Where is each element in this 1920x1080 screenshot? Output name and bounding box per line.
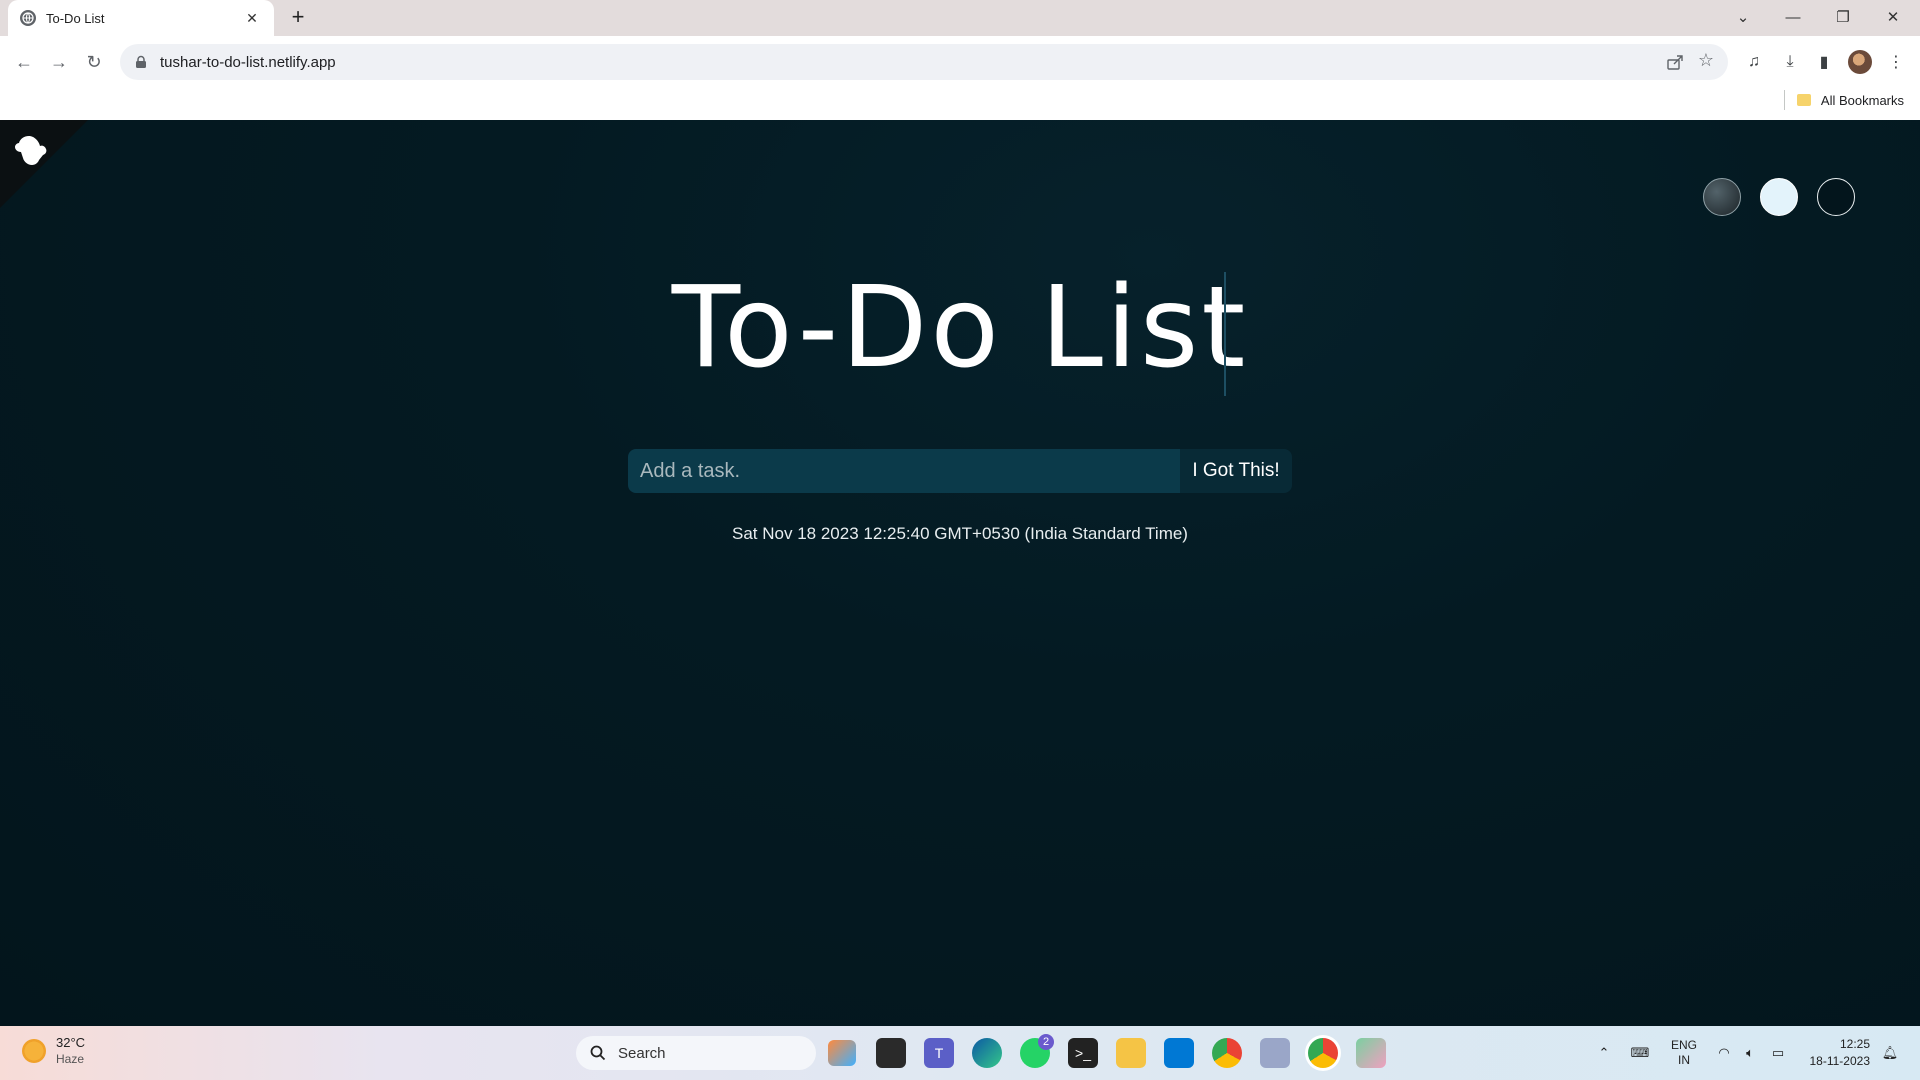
reload-icon[interactable]: ↻	[80, 48, 108, 76]
light-theme-button[interactable]	[1760, 178, 1798, 216]
folder-icon	[1796, 94, 1811, 106]
back-icon[interactable]: ←	[10, 48, 38, 76]
bookmarks-bar: All Bookmarks	[1783, 90, 1904, 110]
lock-icon	[136, 55, 146, 68]
terminal-icon[interactable]: >_	[1068, 1038, 1098, 1068]
notification-bell-icon[interactable]: 🔔︎	[1876, 1026, 1904, 1080]
battery-icon[interactable]: ▭	[1764, 1026, 1792, 1080]
bookmarks-divider	[1783, 90, 1785, 110]
keyboard-icon[interactable]: ⌨	[1626, 1026, 1654, 1080]
tab-search-icon[interactable]: ⌄	[1720, 0, 1766, 34]
media-control-icon[interactable]: ♫	[1742, 50, 1766, 74]
windows-taskbar: 32°C Haze Search T 2 >_ ⌃ ⌨ ENG IN ◠ 🔈︎ …	[0, 1026, 1920, 1080]
minimize-icon[interactable]: —	[1770, 0, 1816, 34]
menu-kebab-icon[interactable]: ⋮	[1884, 50, 1908, 74]
side-panel-icon[interactable]: ▮	[1812, 50, 1836, 74]
copilot-icon[interactable]	[828, 1040, 856, 1066]
chrome-icon[interactable]	[1212, 1038, 1242, 1068]
taskbar-search-label: Search	[618, 1044, 666, 1062]
clock-date: 18-11-2023	[1809, 1054, 1871, 1068]
browser-tab[interactable]: To-Do List ✕	[8, 0, 274, 36]
weather-temp: 32°C	[56, 1035, 86, 1050]
task-form: I Got This!	[628, 449, 1292, 493]
close-window-icon[interactable]: ✕	[1870, 0, 1916, 34]
snipping-tool-icon[interactable]	[1260, 1038, 1290, 1068]
tab-title: To-Do List	[46, 10, 105, 26]
language-bottom: IN	[1678, 1053, 1690, 1067]
darker-theme-button[interactable]	[1817, 178, 1855, 216]
file-explorer-icon[interactable]	[1116, 1038, 1146, 1068]
wifi-icon[interactable]: ◠	[1712, 1026, 1736, 1080]
windows-start-icon[interactable]	[533, 1039, 561, 1067]
profile-avatar[interactable]	[1848, 50, 1872, 74]
weather-widget[interactable]: 32°C Haze	[22, 1034, 85, 1068]
edge-icon[interactable]	[972, 1038, 1002, 1068]
bookmark-star-icon[interactable]: ☆	[1698, 50, 1714, 71]
clock-time: 12:25	[1839, 1037, 1870, 1051]
whatsapp-badge: 2	[1038, 1034, 1054, 1050]
github-cat-icon[interactable]	[10, 132, 48, 170]
standard-theme-button[interactable]	[1703, 178, 1741, 216]
vscode-icon[interactable]	[1164, 1038, 1194, 1068]
forward-icon[interactable]: →	[45, 48, 73, 76]
chrome-active-icon[interactable]	[1308, 1038, 1338, 1068]
language-top: ENG	[1670, 1038, 1697, 1052]
new-tab-button[interactable]: +	[284, 6, 312, 30]
weather-condition: Haze	[56, 1052, 85, 1066]
current-datetime: Sat Nov 18 2023 12:25:40 GMT+0530 (India…	[732, 524, 1188, 543]
volume-icon[interactable]: 🔈︎	[1738, 1026, 1762, 1080]
sun-haze-icon	[22, 1039, 46, 1063]
language-indicator[interactable]: ENG IN	[1664, 1026, 1704, 1080]
add-task-button[interactable]: I Got This!	[1180, 449, 1292, 493]
globe-icon	[20, 10, 36, 26]
download-icon[interactable]: ⤓	[1778, 50, 1802, 74]
share-icon[interactable]	[1666, 53, 1684, 71]
tab-close-icon[interactable]: ✕	[242, 10, 262, 27]
todo-page: To-Do List I Got This! Sat Nov 18 2023 1…	[0, 120, 1920, 1026]
system-clock[interactable]: 12:25 18-11-2023	[1798, 1036, 1871, 1070]
search-icon	[590, 1045, 606, 1061]
url-text: tushar-to-do-list.netlify.app	[160, 53, 336, 71]
teams-icon[interactable]: T	[924, 1038, 954, 1068]
typing-caret	[1224, 272, 1226, 396]
task-input[interactable]	[628, 449, 1180, 493]
address-bar[interactable]: tushar-to-do-list.netlify.app ☆	[120, 44, 1728, 80]
browser-tab-strip: To-Do List ✕ + ⌄ — ❐ ✕	[0, 0, 1920, 36]
whatsapp-icon[interactable]: 2	[1020, 1034, 1054, 1068]
all-bookmarks-link[interactable]: All Bookmarks	[1821, 93, 1904, 108]
taskbar-search[interactable]: Search	[576, 1036, 816, 1070]
page-title: To-Do List	[671, 263, 1249, 393]
app-icon[interactable]	[1356, 1038, 1386, 1068]
show-hidden-icons-icon[interactable]: ⌃	[1592, 1026, 1616, 1080]
restore-icon[interactable]: ❐	[1820, 0, 1866, 34]
store-icon[interactable]	[876, 1038, 906, 1068]
